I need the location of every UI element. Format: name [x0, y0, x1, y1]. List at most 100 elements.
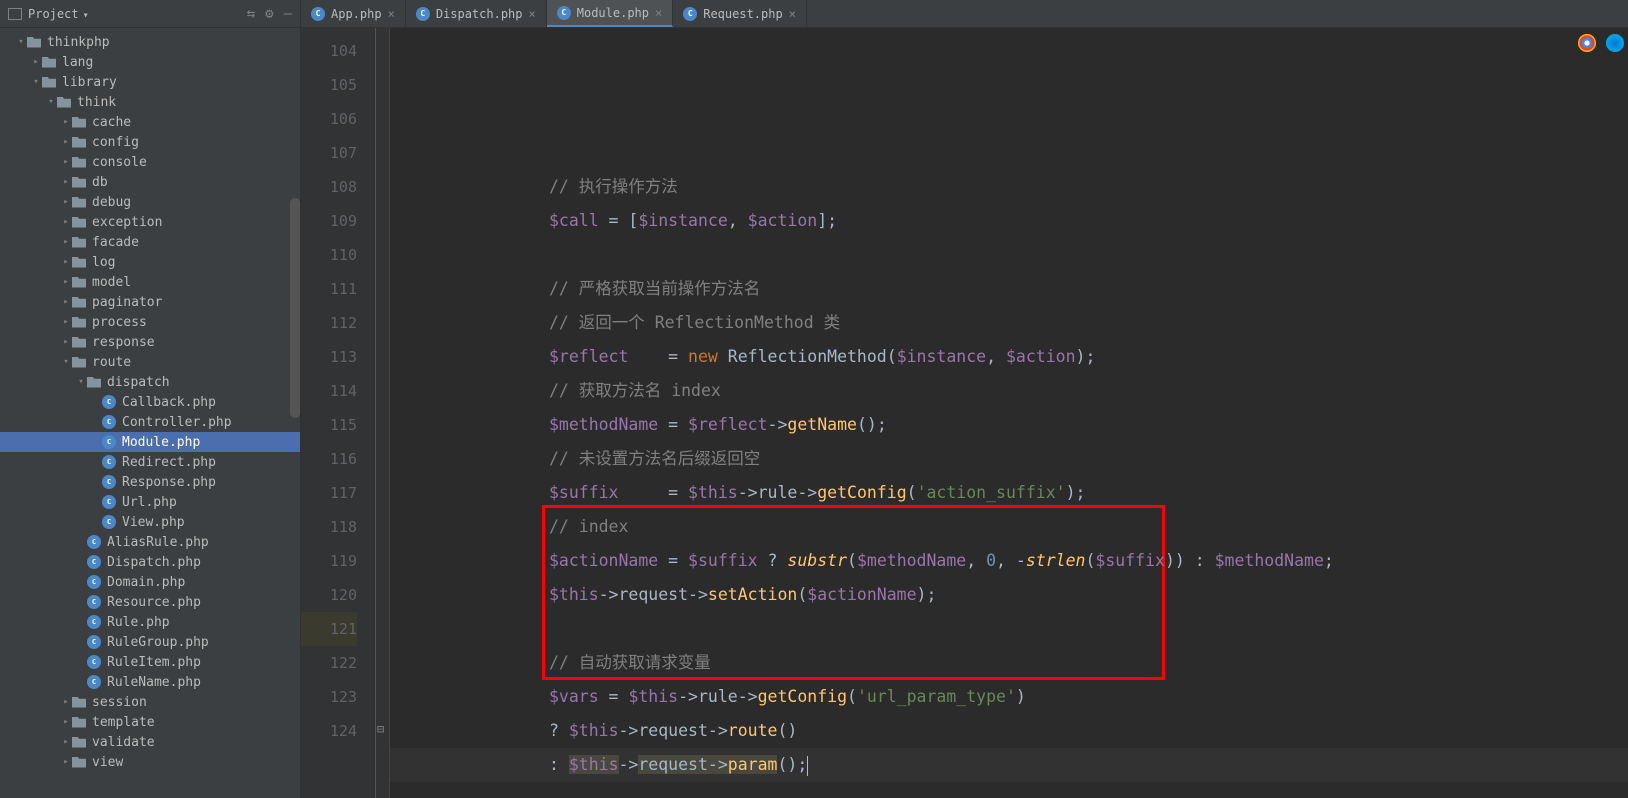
code-line[interactable]: $vars = $this->rule->getConfig('url_para…: [390, 680, 1628, 714]
tree-arrow-icon[interactable]: [60, 117, 72, 127]
code-line[interactable]: [390, 782, 1628, 798]
folder-log[interactable]: log: [0, 252, 300, 272]
folder-cache[interactable]: cache: [0, 112, 300, 132]
hide-icon[interactable]: —: [284, 6, 292, 22]
code-line[interactable]: [390, 238, 1628, 272]
tree-arrow-icon[interactable]: [75, 377, 87, 387]
line-number: 111: [301, 272, 357, 306]
tree-arrow-icon[interactable]: [60, 337, 72, 347]
tree-arrow-icon[interactable]: [60, 137, 72, 147]
tree-arrow-icon[interactable]: [15, 37, 27, 47]
code-editor[interactable]: 1041051061071081091101111121131141151161…: [301, 28, 1628, 798]
folder-config[interactable]: config: [0, 132, 300, 152]
file-rule-php[interactable]: CRule.php: [0, 612, 300, 632]
tree-arrow-icon[interactable]: [60, 257, 72, 267]
folder-think[interactable]: think: [0, 92, 300, 112]
folder-session[interactable]: session: [0, 692, 300, 712]
code-line[interactable]: // 执行操作方法: [390, 170, 1628, 204]
tree-arrow-icon[interactable]: [30, 77, 42, 87]
tab-dispatch[interactable]: CDispatch.php×: [406, 0, 547, 27]
code-line[interactable]: $suffix = $this->rule->getConfig('action…: [390, 476, 1628, 510]
tree-arrow-icon[interactable]: [45, 97, 57, 107]
folder-route[interactable]: route: [0, 352, 300, 372]
folder-validate[interactable]: validate: [0, 732, 300, 752]
folder-console[interactable]: console: [0, 152, 300, 172]
folder-library[interactable]: library: [0, 72, 300, 92]
scrollbar-thumb[interactable]: [290, 198, 300, 418]
tab-request[interactable]: CRequest.php×: [673, 0, 807, 27]
close-icon[interactable]: ×: [529, 7, 536, 21]
gear-icon[interactable]: ⚙: [265, 6, 273, 22]
tree-arrow-icon[interactable]: [60, 177, 72, 187]
tree-arrow-icon[interactable]: [60, 717, 72, 727]
folder-template[interactable]: template: [0, 712, 300, 732]
folder-model[interactable]: model: [0, 272, 300, 292]
folder-view[interactable]: view: [0, 752, 300, 772]
file-rulename-php[interactable]: CRuleName.php: [0, 672, 300, 692]
code-line[interactable]: // 严格获取当前操作方法名: [390, 272, 1628, 306]
folder-response[interactable]: response: [0, 332, 300, 352]
folder-thinkphp[interactable]: thinkphp: [0, 32, 300, 52]
code-line[interactable]: : $this->request->param();: [390, 748, 1628, 782]
file-response-php[interactable]: CResponse.php: [0, 472, 300, 492]
code-line[interactable]: $reflect = new ReflectionMethod($instanc…: [390, 340, 1628, 374]
file-dispatch-php[interactable]: CDispatch.php: [0, 552, 300, 572]
code-line[interactable]: // 返回一个 ReflectionMethod 类: [390, 306, 1628, 340]
tree-arrow-icon[interactable]: [60, 357, 72, 367]
folder-exception[interactable]: exception: [0, 212, 300, 232]
tree-arrow-icon[interactable]: [60, 297, 72, 307]
fold-column[interactable]: ⊟: [376, 28, 390, 798]
chrome-icon[interactable]: [1578, 34, 1596, 52]
fold-marker-icon[interactable]: ⊟: [377, 722, 384, 736]
file-redirect-php[interactable]: CRedirect.php: [0, 452, 300, 472]
code-line[interactable]: // index: [390, 510, 1628, 544]
folder-paginator[interactable]: paginator: [0, 292, 300, 312]
close-icon[interactable]: ×: [655, 6, 662, 20]
tab-app[interactable]: CApp.php×: [301, 0, 406, 27]
code-content[interactable]: // 执行操作方法 $call = [$instance, $action]; …: [390, 28, 1628, 798]
folder-dispatch[interactable]: dispatch: [0, 372, 300, 392]
file-ruleitem-php[interactable]: CRuleItem.php: [0, 652, 300, 672]
code-line[interactable]: $call = [$instance, $action];: [390, 204, 1628, 238]
file-resource-php[interactable]: CResource.php: [0, 592, 300, 612]
project-tool-header[interactable]: Project ⇆ ⚙ —: [0, 0, 301, 27]
tree-arrow-icon[interactable]: [60, 317, 72, 327]
tree-arrow-icon[interactable]: [60, 757, 72, 767]
tree-arrow-icon[interactable]: [60, 237, 72, 247]
folder-lang[interactable]: lang: [0, 52, 300, 72]
tree-arrow-icon[interactable]: [60, 157, 72, 167]
tree-arrow-icon[interactable]: [30, 57, 42, 67]
folder-facade[interactable]: facade: [0, 232, 300, 252]
project-tree[interactable]: thinkphplanglibrarythinkcacheconfigconso…: [0, 28, 301, 798]
file-url-php[interactable]: CUrl.php: [0, 492, 300, 512]
file-domain-php[interactable]: CDomain.php: [0, 572, 300, 592]
folder-debug[interactable]: debug: [0, 192, 300, 212]
close-icon[interactable]: ×: [789, 7, 796, 21]
code-line[interactable]: $this->request->setAction($actionName);: [390, 578, 1628, 612]
tree-arrow-icon[interactable]: [60, 697, 72, 707]
code-line[interactable]: $methodName = $reflect->getName();: [390, 408, 1628, 442]
tree-arrow-icon[interactable]: [60, 737, 72, 747]
tree-arrow-icon[interactable]: [60, 277, 72, 287]
code-line[interactable]: // 未设置方法名后缀返回空: [390, 442, 1628, 476]
file-controller-php[interactable]: CController.php: [0, 412, 300, 432]
code-line[interactable]: // 获取方法名 index: [390, 374, 1628, 408]
folder-db[interactable]: db: [0, 172, 300, 192]
php-file-icon: C: [87, 675, 101, 689]
code-line[interactable]: ? $this->request->route(): [390, 714, 1628, 748]
file-aliasrule-php[interactable]: CAliasRule.php: [0, 532, 300, 552]
edge-icon[interactable]: [1606, 34, 1624, 52]
file-rulegroup-php[interactable]: CRuleGroup.php: [0, 632, 300, 652]
tree-arrow-icon[interactable]: [60, 197, 72, 207]
code-line[interactable]: [390, 612, 1628, 646]
tab-module[interactable]: CModule.php×: [547, 0, 673, 27]
file-callback-php[interactable]: CCallback.php: [0, 392, 300, 412]
file-module-php[interactable]: CModule.php: [0, 432, 300, 452]
tree-arrow-icon[interactable]: [60, 217, 72, 227]
code-line[interactable]: // 自动获取请求变量: [390, 646, 1628, 680]
folder-process[interactable]: process: [0, 312, 300, 332]
file-view-php[interactable]: CView.php: [0, 512, 300, 532]
collapse-icon[interactable]: ⇆: [247, 6, 255, 22]
code-line[interactable]: $actionName = $suffix ? substr($methodNa…: [390, 544, 1628, 578]
close-icon[interactable]: ×: [388, 7, 395, 21]
